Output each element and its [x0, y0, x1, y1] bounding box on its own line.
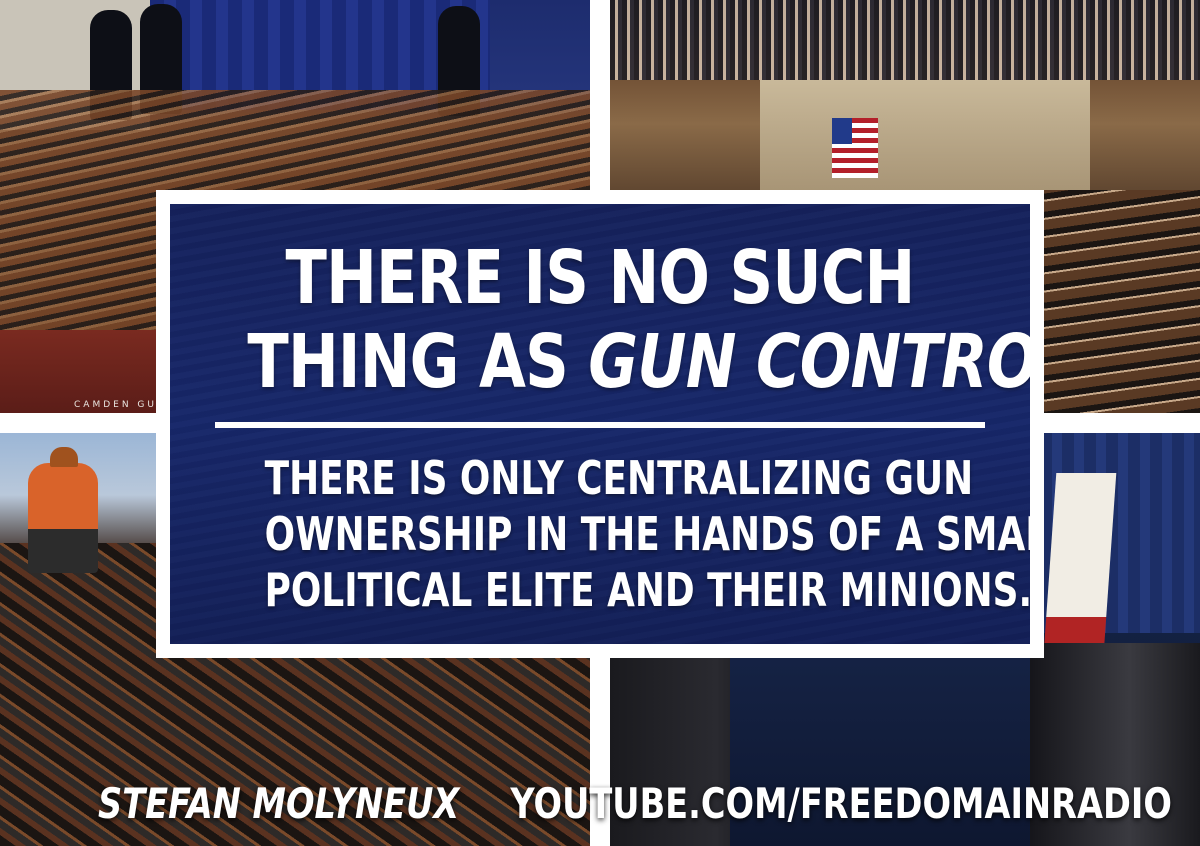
subheadline: THERE IS ONLY CENTRALIZING GUN OWNERSHIP…: [264, 450, 1030, 618]
headline-emphasis: GUN CONTROL.: [588, 319, 1030, 405]
headline: THERE IS NO SUCH THING AS GUN CONTROL.: [247, 235, 1030, 404]
subheadline-line-3: POLITICAL ELITE AND THEIR MINIONS.: [264, 563, 1030, 617]
channel-url: YOUTUBE.COM/FREEDOMAINRADIO: [510, 779, 1172, 828]
california-flag: [1043, 473, 1117, 653]
subheadline-line-2: OWNERSHIP IN THE HANDS OF A SMALL: [264, 507, 1030, 561]
worker: [28, 447, 98, 573]
us-flag: [832, 118, 878, 178]
subheadline-line-1: THERE IS ONLY CENTRALIZING GUN: [264, 451, 974, 505]
divider: [215, 422, 985, 428]
headline-line-2: THING AS GUN CONTROL.: [247, 320, 1030, 404]
rostrum: [760, 80, 1090, 190]
author-credit: STEFAN MOLYNEUX: [98, 779, 460, 828]
title-panel: THERE IS NO SUCH THING AS GUN CONTROL. T…: [156, 190, 1044, 658]
headline-line-1: THERE IS NO SUCH: [285, 235, 915, 321]
